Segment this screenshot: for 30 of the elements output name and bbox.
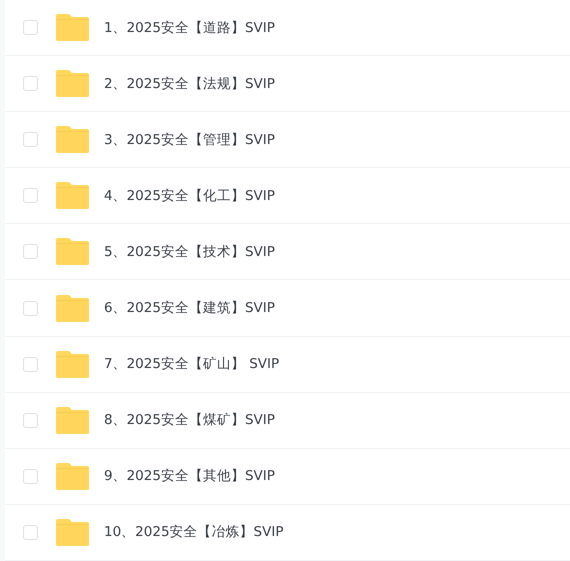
folder-name[interactable]: 2、2025安全【法规】SVIP bbox=[104, 74, 275, 93]
checkbox[interactable] bbox=[23, 300, 38, 316]
checkbox[interactable] bbox=[23, 356, 38, 372]
folder-name[interactable]: 7、2025安全【矿山】 SVIP bbox=[104, 355, 280, 374]
folder-icon bbox=[56, 14, 89, 42]
folder-name[interactable]: 6、2025安全【建筑】SVIP bbox=[104, 299, 275, 318]
checkbox[interactable] bbox=[23, 468, 38, 484]
folder-icon bbox=[56, 182, 89, 210]
folder-name[interactable]: 5、2025安全【技术】SVIP bbox=[104, 242, 275, 261]
folder-icon bbox=[56, 238, 89, 266]
folder-name[interactable]: 10、2025安全【冶炼】SVIP bbox=[104, 523, 284, 542]
folder-name[interactable]: 1、2025安全【道路】SVIP bbox=[104, 18, 275, 37]
folder-icon bbox=[56, 294, 89, 322]
folder-icon bbox=[56, 350, 89, 378]
checkbox[interactable] bbox=[23, 524, 38, 540]
checkbox[interactable] bbox=[23, 20, 38, 36]
folder-icon bbox=[56, 462, 89, 490]
folder-icon bbox=[56, 518, 89, 546]
checkbox[interactable] bbox=[23, 132, 38, 148]
folder-icon bbox=[56, 126, 89, 154]
checkbox[interactable] bbox=[23, 244, 38, 260]
folder-name[interactable]: 9、2025安全【其他】SVIP bbox=[104, 467, 275, 486]
folder-icon bbox=[56, 406, 89, 434]
folder-name[interactable]: 3、2025安全【管理】SVIP bbox=[104, 130, 275, 149]
folder-name[interactable]: 8、2025安全【煤矿】SVIP bbox=[104, 411, 275, 430]
folder-name[interactable]: 4、2025安全【化工】SVIP bbox=[104, 186, 275, 205]
folder-icon bbox=[56, 70, 89, 98]
checkbox[interactable] bbox=[23, 76, 38, 92]
checkbox[interactable] bbox=[23, 188, 38, 204]
checkbox[interactable] bbox=[23, 412, 38, 428]
